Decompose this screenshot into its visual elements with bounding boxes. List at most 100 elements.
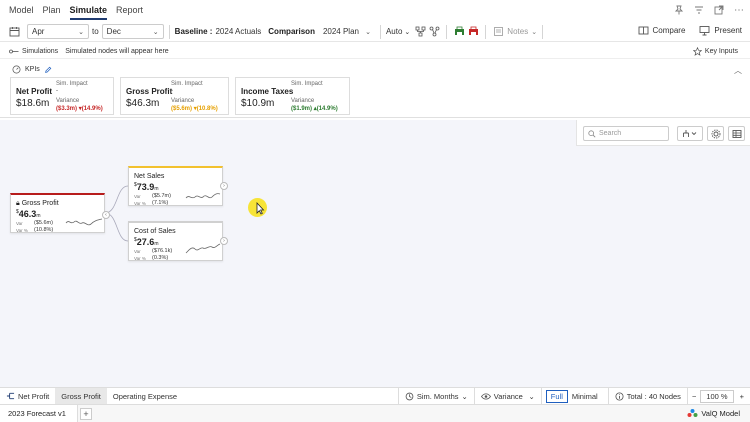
layout-tree-icon[interactable] bbox=[413, 25, 427, 39]
menu-report[interactable]: Report bbox=[116, 0, 143, 21]
export-excel-icon[interactable] bbox=[452, 25, 466, 39]
kpi-card-net-profit[interactable]: Net Profit $18.6m Sim. Impact - Variance… bbox=[10, 77, 114, 115]
chevron-up-icon[interactable]: ︿ bbox=[734, 65, 742, 76]
grid-view-button[interactable] bbox=[728, 126, 745, 141]
node-value-unit: m bbox=[36, 213, 41, 219]
compare-button[interactable]: Compare bbox=[638, 25, 685, 36]
baseline-value[interactable]: 2024 Actuals bbox=[215, 27, 261, 36]
to-period-select[interactable]: Dec ⌄ bbox=[101, 24, 164, 39]
zoom-out-button[interactable]: − bbox=[688, 392, 700, 401]
full-view-button[interactable]: Full bbox=[545, 390, 568, 403]
eye-icon bbox=[480, 393, 491, 400]
valq-logo-icon bbox=[687, 409, 698, 417]
var-label: Var bbox=[134, 249, 141, 254]
kpi-card-income-taxes[interactable]: Income Taxes $10.9m Sim. Impact - Varian… bbox=[235, 77, 350, 115]
node-value: $73.9m bbox=[134, 182, 159, 192]
node-net-sales[interactable]: Net Sales $73.9m Var ($5.7m) Var % (7.1%… bbox=[128, 166, 228, 206]
more-icon[interactable]: ⋯ bbox=[732, 3, 746, 17]
tab-net-profit[interactable]: Net Profit bbox=[0, 388, 55, 405]
expand-icon[interactable] bbox=[712, 3, 726, 17]
model-canvas[interactable]: Search 🔒︎ Gross Profit $46.3m Var ($5.6m… bbox=[0, 120, 750, 387]
variance-abs: ($1.9m) bbox=[291, 106, 313, 112]
cursor-highlight bbox=[248, 198, 267, 217]
sparkline bbox=[65, 218, 103, 226]
expand-toggle[interactable]: ‹ bbox=[102, 211, 110, 219]
to-label: to bbox=[92, 27, 99, 36]
tab-label: Gross Profit bbox=[61, 391, 101, 401]
comparison-label: Comparison bbox=[268, 27, 315, 36]
filter-icon[interactable] bbox=[692, 3, 706, 17]
to-period-value: Dec bbox=[106, 27, 121, 36]
chevron-down-icon: ⌄ bbox=[152, 28, 159, 36]
variance-select-label: Variance bbox=[480, 392, 523, 401]
sparkline bbox=[185, 193, 221, 199]
node-gross-profit[interactable]: 🔒︎ Gross Profit $46.3m Var ($5.6m) Var %… bbox=[10, 193, 110, 233]
simulations-label: Simulations bbox=[22, 47, 59, 55]
status-bar: 2023 Forecast v1 + ValQ Model bbox=[0, 404, 750, 422]
divider bbox=[379, 24, 381, 39]
tab-2023-forecast[interactable]: 2023 Forecast v1 bbox=[0, 405, 78, 422]
edit-icon[interactable] bbox=[44, 66, 52, 74]
node-title: Cost of Sales bbox=[134, 228, 176, 235]
sim-months-icon bbox=[405, 392, 414, 401]
divider bbox=[540, 388, 542, 405]
auto-select[interactable]: Auto bbox=[386, 27, 402, 36]
var-pct-label: Var % bbox=[16, 228, 28, 233]
tab-operating-expense[interactable]: Operating Expense bbox=[107, 388, 183, 405]
var-pct-label: Var % bbox=[134, 201, 146, 206]
divider bbox=[542, 24, 544, 39]
var-label: Var bbox=[16, 221, 23, 226]
notes-button[interactable]: Notes bbox=[507, 27, 528, 36]
kpi-card-gross-profit[interactable]: Gross Profit $46.3m Sim. Impact - Varian… bbox=[120, 77, 229, 115]
info-icon bbox=[615, 392, 624, 401]
menu-model[interactable]: Model bbox=[9, 0, 34, 21]
menu-plan[interactable]: Plan bbox=[43, 0, 61, 21]
total-nodes-text: Total : 40 Nodes bbox=[626, 392, 681, 401]
variance-value: ($1.9m) ▴(14.9%) bbox=[291, 105, 338, 112]
node-cost-of-sales[interactable]: Cost of Sales $27.6m Var ($76.1k) Var % … bbox=[128, 221, 228, 261]
divider bbox=[446, 24, 448, 39]
sim-impact-label: Sim. Impact bbox=[171, 81, 203, 87]
expand-toggle[interactable]: › bbox=[220, 182, 228, 190]
chevron-down-icon: ⌄ bbox=[461, 392, 468, 401]
table-icon bbox=[732, 129, 741, 138]
node-title-text: Gross Profit bbox=[21, 200, 59, 207]
forecast-tab-label: 2023 Forecast v1 bbox=[8, 409, 66, 418]
add-tab-button[interactable]: + bbox=[80, 408, 92, 420]
pin-icon[interactable] bbox=[672, 3, 686, 17]
chevron-down-icon[interactable]: ⌄ bbox=[404, 28, 410, 36]
total-nodes: Total : 40 Nodes bbox=[609, 392, 687, 401]
toolbar-right: Compare Present bbox=[638, 25, 742, 36]
node-value-number: 27.6 bbox=[136, 237, 155, 247]
print-icon[interactable] bbox=[466, 25, 480, 39]
minimal-view-button[interactable]: Minimal bbox=[568, 391, 602, 402]
layout-network-icon[interactable] bbox=[427, 25, 441, 39]
hierarchy-select[interactable] bbox=[677, 126, 703, 141]
sim-months-select[interactable]: Sim. Months ⌄ bbox=[399, 392, 474, 401]
var-value: ($76.1k) bbox=[152, 248, 173, 254]
search-input[interactable]: Search bbox=[583, 126, 669, 141]
kpi-name: Gross Profit bbox=[126, 87, 173, 96]
mouse-pointer-icon bbox=[256, 201, 265, 215]
kpi-value: $18.6m bbox=[16, 98, 50, 109]
var-value: ($5.7m) bbox=[152, 193, 171, 199]
from-period-select[interactable]: Apr ⌄ bbox=[27, 24, 89, 39]
simulations-toggle[interactable]: Simulations bbox=[9, 48, 58, 55]
expand-toggle[interactable]: › bbox=[220, 237, 228, 245]
sim-impact-value: - bbox=[291, 88, 293, 94]
window-controls: ⋯ bbox=[672, 3, 746, 17]
sim-impact-value: - bbox=[171, 88, 173, 94]
variance-select[interactable]: Variance ⌄ bbox=[475, 392, 541, 401]
settings-button[interactable] bbox=[707, 126, 724, 141]
menu-simulate[interactable]: Simulate bbox=[69, 0, 107, 21]
present-button[interactable]: Present bbox=[699, 25, 742, 36]
zoom-level[interactable]: 100 % bbox=[700, 390, 734, 403]
chevron-down-icon[interactable]: ⌄ bbox=[531, 28, 537, 36]
calendar-icon[interactable] bbox=[7, 25, 21, 39]
tab-gross-profit[interactable]: Gross Profit bbox=[55, 387, 107, 405]
zoom-in-button[interactable]: + bbox=[734, 392, 750, 401]
key-inputs-button[interactable]: Key Inputs bbox=[692, 47, 738, 56]
notes-icon[interactable] bbox=[491, 25, 505, 39]
comparison-select[interactable]: 2024 Plan ⌄ bbox=[319, 24, 375, 39]
chevron-down-icon: ⌄ bbox=[78, 28, 84, 36]
